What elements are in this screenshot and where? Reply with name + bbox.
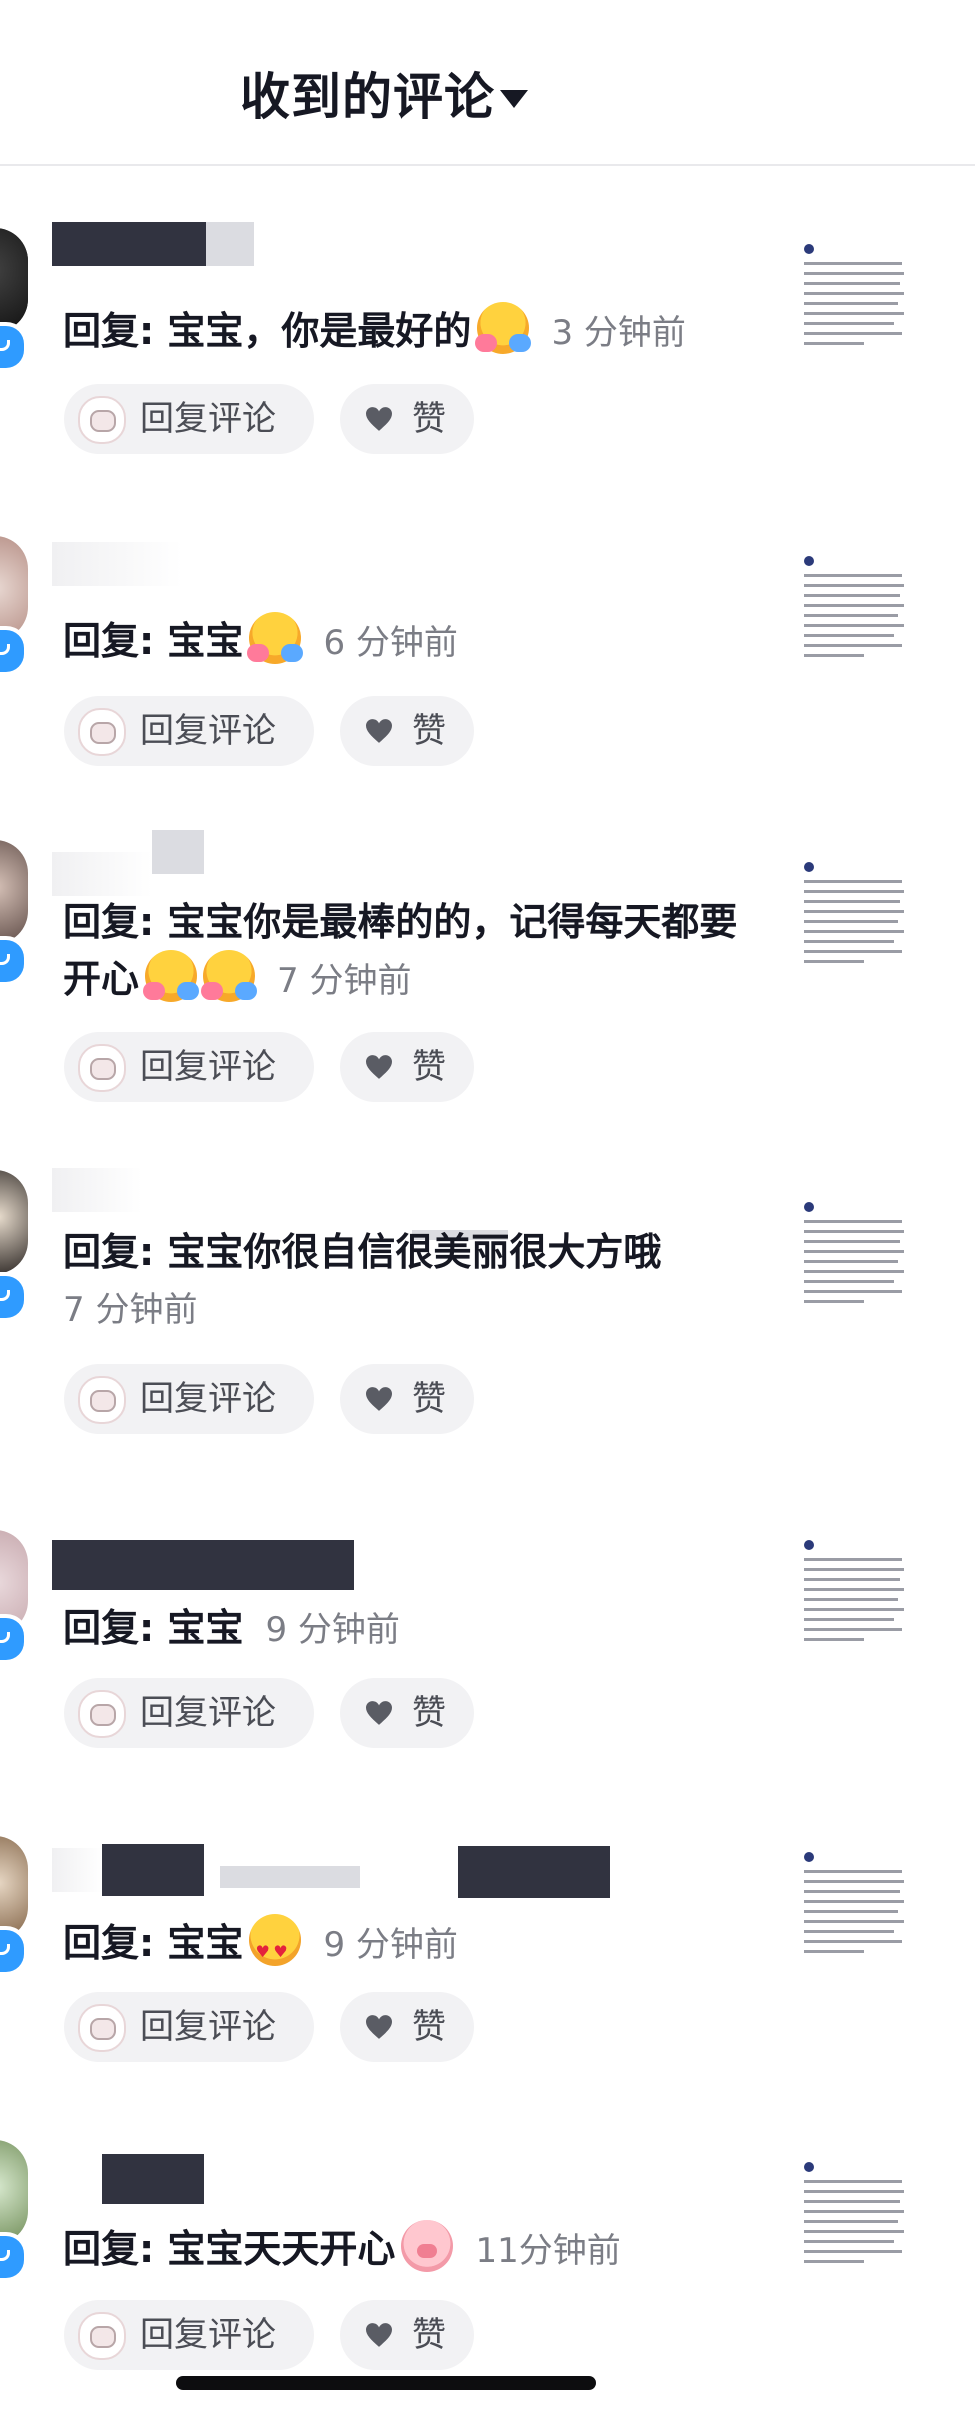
username-redacted xyxy=(152,830,204,874)
sticker-face-icon xyxy=(78,396,126,444)
like-button[interactable]: 赞 xyxy=(340,2300,474,2370)
reply-comment-button[interactable]: 回复评论 xyxy=(64,1678,314,1748)
comment-time: 7 分钟前 xyxy=(277,961,412,1001)
username-redacted xyxy=(52,1168,142,1212)
heart-icon xyxy=(366,407,392,431)
comment-text: 回复: 宝宝，你是最好的 3 分钟前 xyxy=(63,302,763,361)
username-redacted xyxy=(206,222,254,266)
comment-badge-icon xyxy=(0,1272,28,1322)
avatar[interactable] xyxy=(0,840,28,944)
heart-icon xyxy=(366,1387,392,1411)
reply-comment-button[interactable]: 回复评论 xyxy=(64,696,314,766)
comment-time: 11分钟前 xyxy=(475,2231,621,2271)
username-redacted xyxy=(458,1846,610,1898)
heart-icon xyxy=(366,1701,392,1725)
post-thumbnail[interactable] xyxy=(800,2162,910,2274)
like-button[interactable]: 赞 xyxy=(340,1032,474,1102)
like-button[interactable]: 赞 xyxy=(340,696,474,766)
reply-comment-button[interactable]: 回复评论 xyxy=(64,1364,314,1434)
heart-icon xyxy=(366,1055,392,1079)
comment-time: 3 分钟前 xyxy=(551,313,686,353)
home-indicator[interactable] xyxy=(176,2376,596,2390)
sticker-face-icon xyxy=(78,708,126,756)
post-thumbnail[interactable] xyxy=(800,556,910,668)
post-thumbnail[interactable] xyxy=(800,244,910,356)
avatar[interactable] xyxy=(0,228,28,332)
avatar[interactable] xyxy=(0,1170,28,1274)
page-title[interactable]: 收到的评论 xyxy=(240,64,495,130)
reply-comment-button[interactable]: 回复评论 xyxy=(64,1992,314,2062)
pig-emoji-icon xyxy=(401,2220,454,2272)
avatar[interactable] xyxy=(0,2140,28,2244)
hugging-emoji-icon xyxy=(247,612,304,664)
post-thumbnail[interactable] xyxy=(800,1852,910,1964)
comment-time: 7 分钟前 xyxy=(63,1290,198,1330)
hugging-emoji-icon xyxy=(475,302,532,354)
heart-icon xyxy=(366,2323,392,2347)
like-button[interactable]: 赞 xyxy=(340,1364,474,1434)
heart-icon xyxy=(366,2015,392,2039)
sticker-face-icon xyxy=(78,2004,126,2052)
like-button[interactable]: 赞 xyxy=(340,1992,474,2062)
sticker-face-icon xyxy=(78,1376,126,1424)
avatar[interactable] xyxy=(0,1836,28,1940)
post-thumbnail[interactable] xyxy=(800,1202,910,1314)
comment-time: 6 分钟前 xyxy=(323,623,458,663)
comment-text: 回复: 宝宝你很自信很美丽很大方哦 7 分钟前 xyxy=(63,1230,662,1330)
username-redacted xyxy=(52,1540,354,1590)
hugging-emoji-icon xyxy=(143,950,200,1002)
comment-text: 回复: 宝宝 6 分钟前 xyxy=(63,612,763,671)
sticker-face-icon xyxy=(78,1690,126,1738)
page-header: 收到的评论 xyxy=(0,0,975,166)
post-thumbnail[interactable] xyxy=(800,862,910,974)
comment-time: 9 分钟前 xyxy=(323,1925,458,1965)
sticker-face-icon xyxy=(78,1044,126,1092)
sticker-face-icon xyxy=(78,2312,126,2360)
comment-text: 回复: 宝宝天天开心 11分钟前 xyxy=(63,2220,763,2279)
dropdown-caret-icon[interactable] xyxy=(500,90,528,108)
post-thumbnail[interactable] xyxy=(800,1540,910,1652)
username-redacted xyxy=(52,852,152,896)
avatar[interactable] xyxy=(0,536,28,640)
username-redacted xyxy=(220,1866,360,1888)
reply-comment-button[interactable]: 回复评论 xyxy=(64,2300,314,2370)
username-redacted xyxy=(52,1848,102,1892)
username-redacted xyxy=(102,2154,204,2204)
username-redacted xyxy=(52,542,182,586)
hugging-emoji-icon xyxy=(201,950,258,1002)
heart-eyes-emoji-icon xyxy=(249,1914,302,1980)
comment-text: 回复: 宝宝9 分钟前 xyxy=(63,1914,763,1980)
reply-comment-button[interactable]: 回复评论 xyxy=(64,1032,314,1102)
username-redacted xyxy=(52,222,206,266)
comment-time: 9 分钟前 xyxy=(265,1610,400,1650)
like-button[interactable]: 赞 xyxy=(340,384,474,454)
username-redacted xyxy=(102,1844,204,1896)
like-button[interactable]: 赞 xyxy=(340,1678,474,1748)
comment-text: 回复: 宝宝你是最棒的的，记得每天都要开心 7 分钟前 xyxy=(63,900,738,1002)
comment-text: 回复: 宝宝9 分钟前 xyxy=(63,1606,400,1650)
heart-icon xyxy=(366,719,392,743)
reply-comment-button[interactable]: 回复评论 xyxy=(64,384,314,454)
